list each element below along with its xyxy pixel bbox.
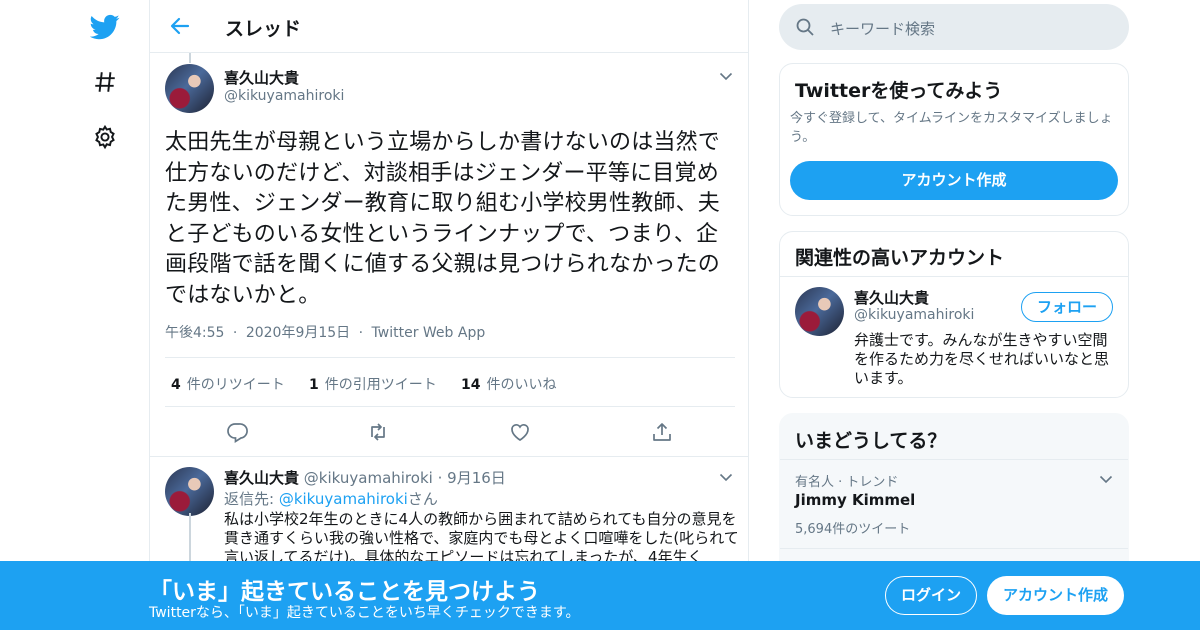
quotes-label: 件の引用ツイート bbox=[324, 377, 437, 393]
signup-card-body: 今すぐ登録して、タイムラインをカスタマイズしましょう。 bbox=[790, 111, 1113, 145]
tweet-author-name[interactable]: 喜久山大貴 bbox=[224, 67, 299, 88]
tweet-time[interactable]: 午後4:55 bbox=[165, 325, 224, 341]
tweet-author-handle[interactable]: @kikuyamahiroki bbox=[224, 88, 344, 104]
reply-icon[interactable] bbox=[225, 420, 249, 444]
create-account-button[interactable]: アカウント作成 bbox=[790, 161, 1118, 200]
trend-context: 有名人 · トレンド bbox=[795, 475, 899, 490]
search-input[interactable]: キーワード検索 bbox=[779, 4, 1129, 50]
likes-label: 件のいいね bbox=[486, 377, 557, 393]
replying-handle-link[interactable]: @kikuyamahiroki bbox=[279, 490, 408, 508]
tweet-source: Twitter Web App bbox=[371, 325, 486, 341]
trend-tweet-count: 5,694件のツイート bbox=[795, 522, 911, 537]
thread-column: スレッド 喜久山大貴 @kikuyamahiroki 太田先生が母親という立場か… bbox=[149, 0, 749, 630]
search-icon bbox=[795, 17, 815, 41]
replying-suffix: さん bbox=[407, 490, 438, 508]
page-title: スレッド bbox=[225, 18, 302, 40]
settings-gear-icon[interactable] bbox=[88, 120, 122, 154]
related-accounts-card: 関連性の高いアカウント 喜久山大貴 @kikuyamahiroki フォロー 弁… bbox=[779, 231, 1129, 398]
meta-separator: · bbox=[232, 325, 238, 341]
replying-to: 返信先: @kikuyamahirokiさん bbox=[224, 488, 438, 509]
divider bbox=[780, 548, 1128, 549]
related-account-name[interactable]: 喜久山大貴 bbox=[854, 287, 929, 308]
avatar[interactable] bbox=[795, 287, 844, 336]
replying-prefix: 返信先: bbox=[224, 490, 279, 508]
retweets-stat[interactable]: 4 件のリツイート bbox=[171, 374, 285, 394]
reply-author-handle[interactable]: @kikuyamahiroki bbox=[304, 469, 433, 487]
login-button[interactable]: ログイン bbox=[885, 576, 977, 615]
quotes-stat[interactable]: 1 件の引用ツイート bbox=[309, 374, 437, 394]
share-icon[interactable] bbox=[650, 420, 674, 444]
likes-count: 14 bbox=[461, 377, 481, 393]
reply-author-name[interactable]: 喜久山大貴 bbox=[224, 469, 299, 487]
meta-separator: · bbox=[358, 325, 364, 341]
like-heart-icon[interactable] bbox=[508, 420, 532, 444]
retweets-count: 4 bbox=[171, 377, 181, 393]
divider bbox=[780, 459, 1128, 460]
back-arrow-icon[interactable] bbox=[168, 14, 192, 38]
tweet-text: 太田先生が母親という立場からしか書けないのは当然で仕方ないのだけど、対談相手はジ… bbox=[165, 130, 721, 308]
chevron-down-icon[interactable] bbox=[718, 469, 734, 485]
signup-card-title: Twitterを使ってみよう bbox=[795, 80, 1003, 102]
avatar[interactable] bbox=[165, 64, 214, 113]
related-card-title: 関連性の高いアカウント bbox=[795, 247, 1005, 269]
reply-header: 喜久山大貴 @kikuyamahiroki · 9月16日 bbox=[224, 467, 506, 488]
chevron-down-icon[interactable] bbox=[718, 68, 734, 84]
retweets-label: 件のリツイート bbox=[186, 377, 285, 393]
thread-connector bbox=[189, 53, 191, 63]
chevron-down-icon[interactable] bbox=[1098, 471, 1114, 487]
follow-button[interactable]: フォロー bbox=[1021, 292, 1113, 322]
tweet-meta: 午後4:55 · 2020年9月15日 · Twitter Web App bbox=[165, 322, 485, 342]
avatar[interactable] bbox=[165, 467, 214, 516]
search-placeholder: キーワード検索 bbox=[830, 20, 936, 38]
trends-card-title: いまどうしてる？ bbox=[795, 430, 947, 452]
explore-hashtag-icon[interactable] bbox=[88, 65, 122, 99]
signup-banner: 「いま」起きていることを見つけよう Twitterなら、「いま」起きていることを… bbox=[0, 561, 1200, 630]
reply-text: 私は小学校2年生のときに4人の教師から囲まれて詰められても自分の意見を貫き通すく… bbox=[224, 510, 739, 566]
banner-headline: 「いま」起きていることを見つけよう bbox=[149, 579, 540, 605]
retweet-icon[interactable] bbox=[366, 420, 390, 444]
trend-name[interactable]: Jimmy Kimmel bbox=[795, 491, 915, 509]
quotes-count: 1 bbox=[309, 377, 319, 393]
meta-separator: · bbox=[437, 469, 443, 487]
divider bbox=[780, 276, 1128, 277]
banner-subtext: Twitterなら、「いま」起きていることをいち早くチェックできます。 bbox=[149, 605, 580, 621]
related-account-handle[interactable]: @kikuyamahiroki bbox=[854, 307, 974, 323]
banner-signup-button[interactable]: アカウント作成 bbox=[987, 576, 1124, 615]
twitter-logo-icon[interactable] bbox=[88, 10, 122, 44]
signup-card: Twitterを使ってみよう 今すぐ登録して、タイムラインをカスタマイズしましょ… bbox=[779, 63, 1129, 216]
related-account-bio: 弁護士です。みんなが生きやすい空間を作るため力を尽くせればいいなと思います。 bbox=[854, 331, 1110, 387]
tweet-date[interactable]: 2020年9月15日 bbox=[246, 325, 350, 341]
tweet-stats: 4 件のリツイート 1 件の引用ツイート 14 件のいいね bbox=[165, 357, 735, 407]
reply-date[interactable]: 9月16日 bbox=[447, 469, 506, 487]
likes-stat[interactable]: 14 件のいいね bbox=[461, 374, 556, 394]
thread-header: スレッド bbox=[150, 0, 748, 53]
